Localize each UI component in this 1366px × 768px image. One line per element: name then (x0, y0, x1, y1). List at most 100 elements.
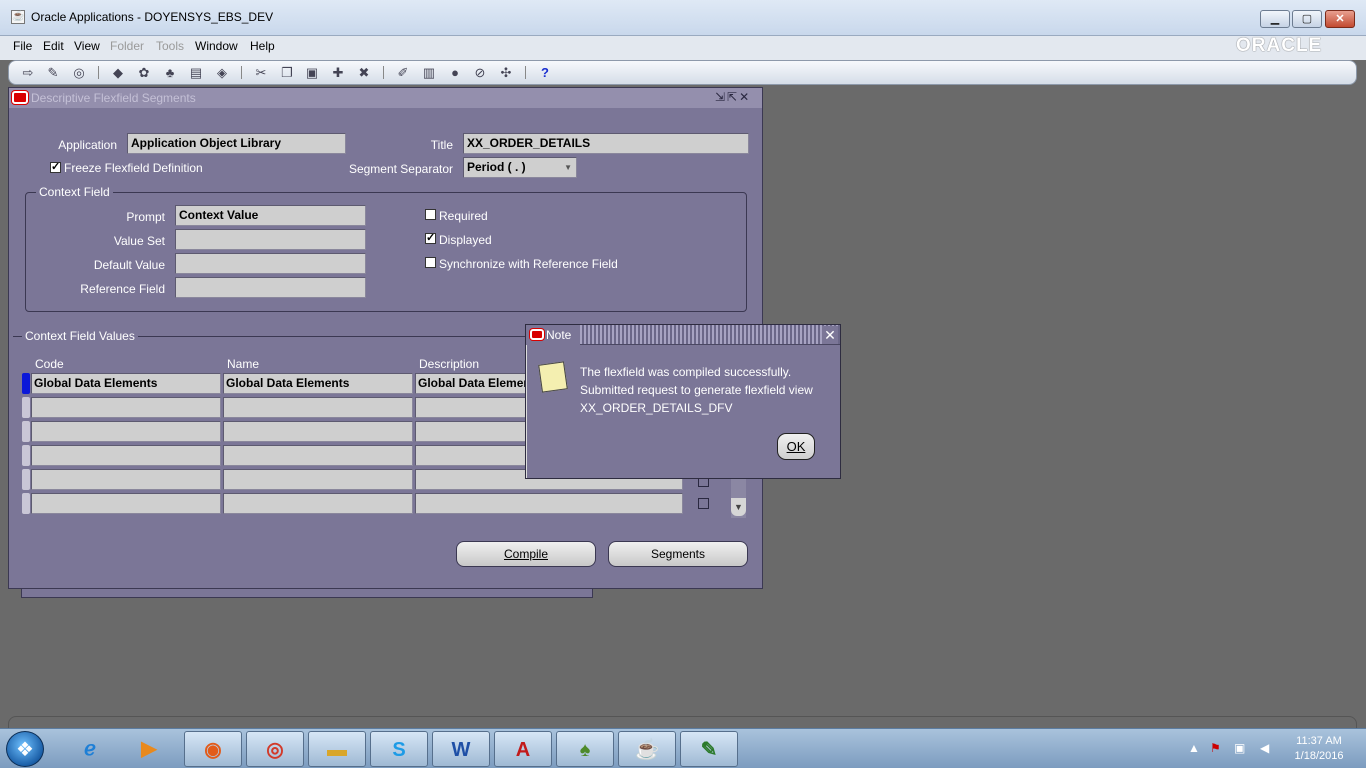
segments-button[interactable]: Segments (608, 541, 748, 567)
segments-button-label: Segments (650, 547, 706, 561)
oracle-dialog-icon (530, 329, 544, 340)
clock[interactable]: 11:37 AM 1/18/2016 (1284, 735, 1354, 762)
maximize-button[interactable]: ▢ (1292, 10, 1322, 28)
note-message-line3: XX_ORDER_DETAILS_DFV (580, 401, 733, 415)
java-cup-icon: ☕ (11, 10, 25, 24)
freeze-label: Freeze Flexfield Definition (64, 161, 203, 175)
menu-view[interactable]: View (74, 39, 100, 53)
code-cell[interactable] (31, 397, 221, 418)
enabled-checkbox[interactable] (698, 498, 709, 509)
print-icon[interactable]: ▤ (187, 65, 205, 81)
folder-tools-icon[interactable]: ✣ (497, 65, 515, 81)
switch-responsibility-icon[interactable]: ♣ (161, 65, 179, 81)
edit-field-icon[interactable]: ✐ (394, 65, 412, 81)
code-cell[interactable] (31, 421, 221, 442)
delete-record-icon[interactable]: ✖ (355, 65, 373, 81)
word-icon[interactable]: W (432, 731, 490, 767)
note-titlebar[interactable]: Note ✕ (526, 325, 840, 345)
volume-icon[interactable]: ◀ (1260, 741, 1269, 755)
record-indicator[interactable] (22, 445, 30, 466)
clock-date: 1/18/2016 (1294, 750, 1344, 762)
required-checkbox[interactable] (425, 209, 436, 220)
translations-icon[interactable]: ● (446, 65, 464, 81)
displayed-checkbox[interactable]: ✓ (425, 233, 436, 244)
next-step-icon[interactable]: ✿ (135, 65, 153, 81)
compile-button-label: Compile (503, 547, 548, 561)
menu-folder[interactable]: Folder (110, 39, 144, 53)
record-indicator[interactable] (22, 493, 30, 514)
default-value-field[interactable] (175, 253, 366, 274)
media-player-icon[interactable]: ▶ (120, 731, 178, 767)
menu-window[interactable]: Window (195, 39, 238, 53)
description-cell[interactable] (415, 493, 683, 514)
toad-icon[interactable]: ♠ (556, 731, 614, 767)
zoom-icon[interactable]: ▥ (420, 65, 438, 81)
title-field[interactable]: XX_ORDER_DETAILS (463, 133, 749, 154)
scroll-down-button[interactable]: ▼ (731, 498, 746, 516)
name-cell[interactable] (223, 445, 413, 466)
ok-button[interactable]: OK (777, 433, 815, 460)
form-title: Descriptive Flexfield Segments (31, 91, 196, 105)
minimize-button[interactable]: ▁ (1260, 10, 1290, 28)
oracle-logo: ORACLE (1236, 35, 1323, 56)
copy-icon[interactable]: ❐ (278, 65, 296, 81)
java-icon[interactable]: ☕ (618, 731, 676, 767)
notepad-icon[interactable]: ✎ (680, 731, 738, 767)
application-field[interactable]: Application Object Library (127, 133, 346, 154)
paste-icon[interactable]: ▣ (303, 65, 321, 81)
code-cell[interactable] (31, 493, 221, 514)
form-window-controls[interactable]: ⇲⇱✕ (715, 90, 751, 104)
name-cell[interactable] (223, 397, 413, 418)
name-cell[interactable] (223, 421, 413, 442)
start-button[interactable] (6, 731, 44, 767)
find-icon[interactable]: ✎ (44, 65, 62, 81)
action-center-icon[interactable]: ⚑ (1210, 741, 1221, 755)
chrome-icon[interactable]: ◎ (246, 731, 304, 767)
firefox-icon[interactable]: ◉ (184, 731, 242, 767)
code-cell[interactable]: Global Data Elements (31, 373, 221, 394)
segment-separator-select[interactable]: Period ( . ) ▼ (463, 157, 577, 178)
name-cell[interactable] (223, 469, 413, 490)
save-icon[interactable]: ◆ (109, 65, 127, 81)
toolbar-separator (383, 66, 385, 79)
network-icon[interactable]: ▣ (1234, 741, 1245, 755)
tray-expand-icon[interactable]: ▲ (1188, 741, 1200, 755)
name-cell[interactable] (223, 493, 413, 514)
help-icon[interactable]: ? (536, 65, 554, 81)
record-indicator[interactable] (22, 397, 30, 418)
menu-tools[interactable]: Tools (156, 39, 184, 53)
record-indicator[interactable] (22, 421, 30, 442)
compile-button[interactable]: Compile (456, 541, 596, 567)
freeze-checkbox[interactable]: ✓ (50, 162, 61, 173)
cut-icon[interactable]: ✂ (252, 65, 270, 81)
close-window-button[interactable]: ✕ (1325, 10, 1355, 28)
current-record-indicator[interactable] (22, 373, 30, 394)
attachments-icon[interactable]: ⊘ (471, 65, 489, 81)
new-icon[interactable]: ⇨ (19, 65, 37, 81)
toolbar-separator (241, 66, 243, 79)
new-record-icon[interactable]: ✚ (329, 65, 347, 81)
note-paper-icon (538, 361, 568, 393)
prompt-label: Prompt (126, 210, 165, 224)
note-close-button[interactable]: ✕ (822, 326, 838, 344)
internet-explorer-icon[interactable]: ℯ (61, 731, 119, 767)
background-form-edge (21, 589, 593, 598)
chevron-down-icon: ▼ (564, 163, 572, 172)
record-indicator[interactable] (22, 469, 30, 490)
menu-edit[interactable]: Edit (43, 39, 64, 53)
navigator-icon[interactable]: ◎ (70, 65, 88, 81)
synchronize-checkbox[interactable] (425, 257, 436, 268)
code-cell[interactable] (31, 469, 221, 490)
menu-help[interactable]: Help (250, 39, 275, 53)
close-form-icon[interactable]: ◈ (213, 65, 231, 81)
file-explorer-icon[interactable]: ▬ (308, 731, 366, 767)
acrobat-icon[interactable]: A (494, 731, 552, 767)
column-header-description: Description (419, 357, 480, 371)
code-cell[interactable] (31, 445, 221, 466)
reference-field[interactable] (175, 277, 366, 298)
menu-file[interactable]: File (13, 39, 32, 53)
prompt-field[interactable]: Context Value (175, 205, 366, 226)
skype-icon[interactable]: S (370, 731, 428, 767)
value-set-field[interactable] (175, 229, 366, 250)
name-cell[interactable]: Global Data Elements (223, 373, 413, 394)
